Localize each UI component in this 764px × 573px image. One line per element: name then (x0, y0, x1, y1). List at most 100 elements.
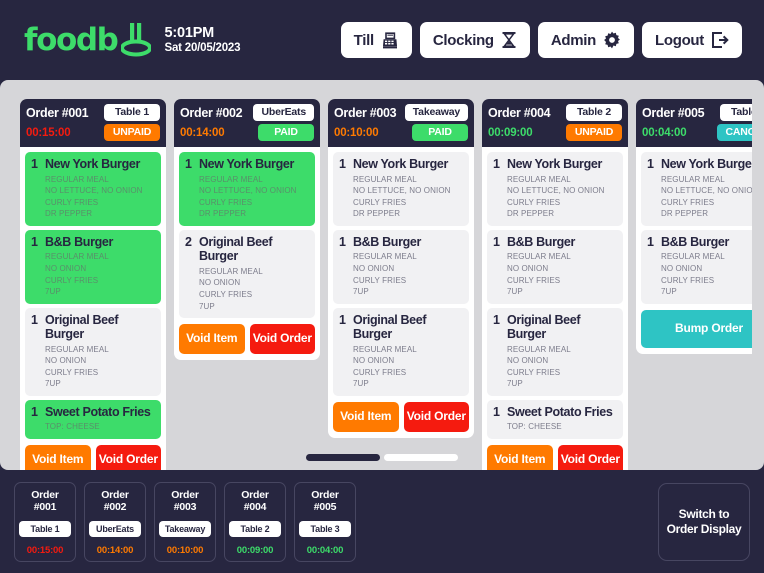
order-card[interactable]: Order #003 Takeaway 00:10:00 PAID 1 New York … (328, 99, 474, 438)
order-status-badge: UNPAID (104, 124, 160, 142)
order-timer: 00:14:00 (180, 126, 225, 139)
order-card-timer-row: 00:15:00 UNPAID (26, 124, 160, 142)
admin-button-label: Admin (550, 31, 596, 49)
order-item-modifier: CURLY FRIES (506, 275, 561, 285)
switch-to-order-display-button[interactable]: Switch to Order Display (658, 482, 750, 561)
order-chip[interactable]: Order #004 Table 2 00:09:00 (224, 481, 286, 562)
order-item[interactable]: 1 New York Burger REGULAR MEAL NO LETTUCE, … (487, 152, 623, 226)
order-card-header: Order #003 Takeaway 00:10:00 PAID (328, 99, 474, 148)
order-item-name: Original Beef Burger (352, 312, 427, 342)
order-chip[interactable]: Order #005 Table 3 00:04:00 (294, 481, 356, 562)
order-chip[interactable]: Order #003 Takeaway 00:10:00 (154, 481, 216, 562)
order-item-name: B&B Burger (506, 235, 575, 249)
order-item[interactable]: 1 New York Burger REGULAR MEAL NO LETTUCE, … (641, 152, 752, 226)
order-item-body: New York Burger REGULAR MEAL NO LETTUCE, N… (45, 157, 155, 220)
order-item-modifier: CURLY FRIES (44, 367, 99, 377)
logout-button[interactable]: Logout (641, 22, 742, 58)
order-item-body: Original Beef Burger REGULAR MEAL NO ONION… (199, 235, 309, 312)
order-number: Order #003 (334, 105, 397, 120)
order-item-body: New York Burger REGULAR MEAL NO LETTUCE, N… (507, 157, 617, 220)
order-item-name: B&B Burger (44, 235, 113, 249)
order-item-modifier: CURLY FRIES (44, 275, 99, 285)
order-card[interactable]: Order #004 Table 2 00:09:00 UNPAID 1 New York… (482, 99, 628, 470)
order-item[interactable]: 1 New York Burger REGULAR MEAL NO LETTUCE, … (333, 152, 469, 226)
order-item-modifier: REGULAR MEAL (660, 252, 725, 262)
order-item[interactable]: 1 Sweet Potato Fries TOP: CHEESE (25, 399, 161, 439)
order-item[interactable]: 1 Original Beef Burger REGULAR MEAL NO ONIO… (487, 307, 623, 396)
order-card-timer-row: 00:10:00 PAID (334, 124, 468, 142)
order-chips: Order #001 Table 1 00:15:00 Order #002 UberE… (14, 481, 356, 562)
admin-button[interactable]: Admin (537, 22, 634, 58)
logo-text: foodb (24, 21, 119, 58)
bump-button[interactable]: Bump Order (641, 309, 752, 348)
order-card[interactable]: Order #001 Table 1 00:15:00 UNPAID 1 New York… (20, 99, 166, 470)
order-item-modifier: CURLY FRIES (44, 197, 99, 207)
order-item-modifier: 7UP (44, 379, 61, 389)
order-chip[interactable]: Order #002 UberEats 00:14:00 (84, 481, 146, 562)
void-order-button[interactable]: Void Order (249, 324, 315, 354)
logout-button-label: Logout (654, 31, 704, 49)
order-item[interactable]: 1 B&B Burger REGULAR MEAL NO ONION CURLY FRI… (487, 230, 623, 304)
order-item-modifier: NO LETTUCE, NO ONION (44, 186, 143, 196)
order-item-name: Sweet Potato Fries (44, 404, 151, 419)
order-card-header-row: Order #005 Table 3 (642, 104, 752, 122)
void-item-button[interactable]: Void Item (179, 324, 245, 354)
order-item-modifier: REGULAR MEAL (506, 344, 571, 354)
order-type-badge: Table 1 (104, 104, 160, 122)
order-item[interactable]: 1 B&B Burger REGULAR MEAL NO ONION CURLY FRI… (641, 230, 752, 304)
order-item[interactable]: 1 Original Beef Burger REGULAR MEAL NO ONIO… (333, 307, 469, 396)
order-item[interactable]: 1 B&B Burger REGULAR MEAL NO ONION CURLY FRI… (333, 230, 469, 304)
pagination-dot[interactable] (384, 454, 458, 461)
void-order-button[interactable]: Void Order (403, 401, 469, 432)
order-chip[interactable]: Order #001 Table 1 00:15:00 (14, 481, 76, 562)
order-item-modifier: NO LETTUCE, NO ONION (198, 186, 297, 196)
order-item-name: Original Beef Burger (198, 235, 273, 264)
order-card-header-row: Order #002 UberEats (180, 104, 314, 122)
exit-arrow-icon (711, 31, 729, 49)
order-item-modifier: 7UP (198, 301, 215, 311)
order-item[interactable]: 1 Sweet Potato Fries TOP: CHEESE (487, 399, 623, 439)
clocking-button[interactable]: Clocking (419, 22, 530, 58)
void-item-button[interactable]: Void Item (333, 401, 399, 432)
hourglass-icon (501, 31, 517, 49)
order-chip-type: Table 3 (299, 521, 351, 538)
order-item[interactable]: 2 Original Beef Burger REGULAR MEAL NO ONIO… (179, 230, 315, 319)
order-item-name: B&B Burger (660, 235, 729, 249)
order-timer: 00:15:00 (26, 126, 71, 139)
order-item-modifier: CURLY FRIES (352, 275, 407, 285)
order-item[interactable]: 1 New York Burger REGULAR MEAL NO LETTUCE, … (25, 152, 161, 226)
order-item-body: Original Beef Burger REGULAR MEAL NO ONION… (353, 313, 463, 390)
order-item-quantity: 1 (31, 404, 38, 419)
order-item-modifier: 7UP (506, 287, 523, 297)
order-card[interactable]: Order #002 UberEats 00:14:00 PAID 1 New York … (174, 99, 320, 360)
order-item-name: New York Burger (44, 157, 140, 172)
order-item[interactable]: 1 B&B Burger REGULAR MEAL NO ONION CURLY FRI… (25, 230, 161, 304)
order-card-header-row: Order #003 Takeaway (334, 104, 468, 122)
order-item-modifier: CURLY FRIES (198, 289, 253, 299)
order-item-modifier: 7UP (660, 287, 677, 297)
order-card[interactable]: Order #005 Table 3 00:04:00 CANCEL 1 New York… (636, 99, 752, 354)
till-button[interactable]: Till (340, 22, 412, 58)
board-pagination[interactable] (12, 454, 752, 461)
order-item-body: B&B Burger REGULAR MEAL NO ONION CURLY FRIE… (661, 235, 752, 298)
order-item-modifier: NO ONION (198, 278, 241, 288)
order-item-body: Original Beef Burger REGULAR MEAL NO ONION… (507, 313, 617, 390)
order-number: Order #001 (26, 105, 89, 120)
order-item-name: New York Burger (660, 157, 752, 172)
order-item-name: Original Beef Burger (506, 312, 581, 342)
order-item-list: 1 New York Burger REGULAR MEAL NO LETTUCE, … (636, 147, 752, 304)
order-board-scroll[interactable]: Order #001 Table 1 00:15:00 UNPAID 1 New York… (12, 90, 752, 470)
brand-logo: foodb (24, 21, 152, 58)
order-chip-timer: 00:10:00 (166, 544, 204, 556)
order-item-modifier: DR PEPPER (660, 209, 709, 219)
order-item-modifier: NO ONION (352, 356, 395, 366)
pagination-dot[interactable] (306, 454, 380, 461)
order-item-modifier: REGULAR MEAL (198, 266, 263, 276)
order-chip-title: Order #002 (101, 488, 129, 514)
order-item[interactable]: 1 New York Burger REGULAR MEAL NO LETTUCE, … (179, 152, 315, 226)
order-chip-title: Order #005 (311, 488, 339, 514)
order-item[interactable]: 1 Original Beef Burger REGULAR MEAL NO ONIO… (25, 307, 161, 396)
order-type-badge: Table 3 (720, 104, 752, 122)
order-item-name: Original Beef Burger (44, 312, 119, 342)
order-status-badge: CANCEL (717, 124, 752, 142)
